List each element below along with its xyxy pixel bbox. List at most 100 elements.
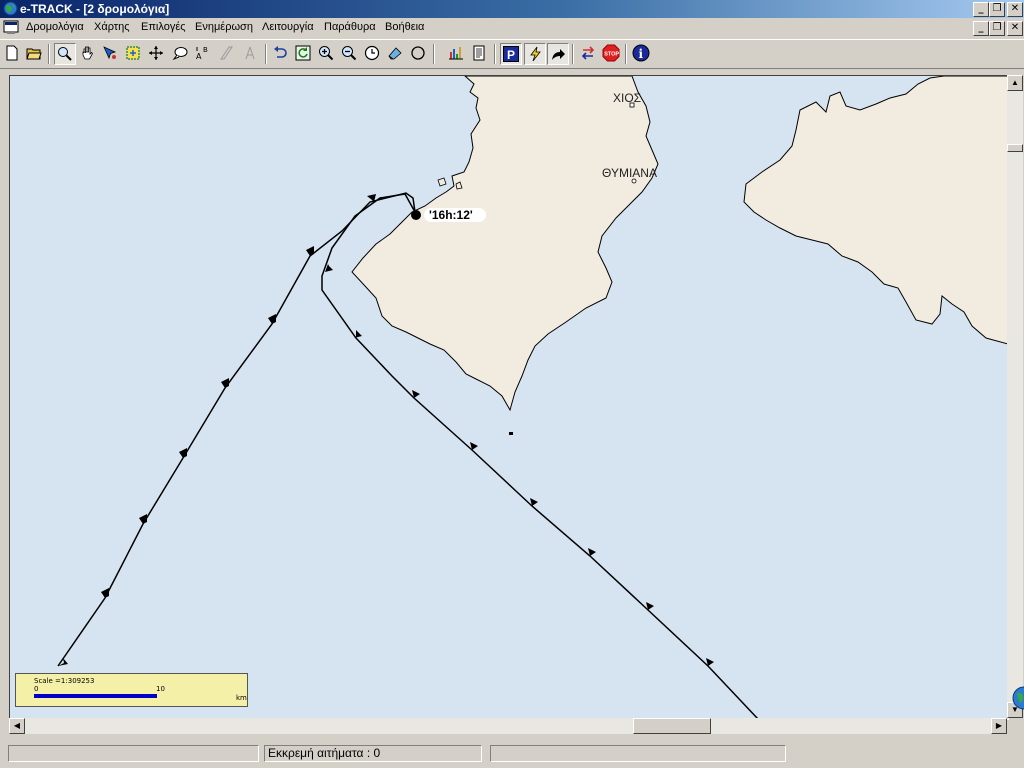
direction-arrow-icon (101, 588, 109, 598)
child-minimize-button[interactable]: _ (973, 21, 989, 36)
svg-text:A: A (196, 52, 202, 61)
open-button[interactable] (24, 43, 44, 63)
circle-button[interactable] (408, 43, 428, 63)
refresh-button[interactable] (293, 43, 313, 63)
status-bar: Εκκρεμή αιτήματα : 0 (0, 742, 1024, 768)
swap-arrows-icon (581, 46, 595, 60)
zoom-in-button[interactable] (316, 43, 336, 63)
vertical-scrollbar[interactable]: ▲ ▼ (1007, 75, 1023, 718)
pending-requests-panel: Εκκρεμή αιτήματα : 0 (264, 745, 482, 762)
report-button[interactable] (469, 43, 489, 63)
lightning-button[interactable] (524, 43, 546, 65)
title-bar: e-TRACK - [2 δρομολόγια] _ ❐ ✕ (0, 0, 1024, 18)
zoom-in-icon (319, 46, 334, 61)
toolbar-separator (625, 44, 627, 64)
crosshair-icon (149, 46, 163, 60)
swap-button[interactable] (578, 43, 598, 63)
close-button[interactable]: ✕ (1007, 2, 1023, 17)
clock-icon (364, 45, 380, 61)
new-button[interactable] (2, 43, 22, 63)
toolbar-separator (572, 44, 574, 64)
forward-arrow-icon (552, 49, 565, 60)
circle-icon (411, 46, 425, 60)
new-icon (6, 45, 18, 61)
label-ab-icon: AB (196, 46, 208, 61)
scroll-left-arrow-icon[interactable]: ◀ (9, 718, 25, 734)
scroll-up-arrow-icon[interactable]: ▲ (1007, 75, 1023, 91)
menu-options[interactable]: Επιλογές (141, 21, 186, 33)
toolbar: AB P STOP i (0, 39, 1024, 69)
minimize-button[interactable]: _ (973, 2, 989, 17)
menu-update[interactable]: Ενημέρωση (195, 21, 253, 33)
measure-icon (245, 46, 255, 60)
parking-icon: P (503, 46, 519, 62)
globe-icon[interactable] (1011, 686, 1024, 710)
refresh-icon (295, 45, 311, 61)
info-button[interactable]: i (631, 43, 651, 63)
window-title: e-TRACK - [2 δρομολόγια] (20, 2, 170, 16)
pan-hand-icon (82, 46, 93, 60)
menu-routes[interactable]: Δρομολόγια (26, 21, 84, 33)
grid-select-button[interactable] (123, 43, 143, 63)
menu-operation[interactable]: Λειτουργία (262, 21, 314, 33)
time-label: '16h:12' (429, 208, 473, 222)
scale-legend: Scale =1:309253 0 10 km (15, 673, 248, 707)
map-view[interactable]: ΧΙΟΣ ΘΥΜΙΑΝΑ '16h:12' Scale =1:309253 0 … (9, 75, 1009, 720)
horizontal-scrollbar[interactable]: ◀ ▶ (9, 718, 1007, 734)
globe-app-icon (3, 1, 18, 16)
scroll-right-arrow-icon[interactable]: ▶ (991, 718, 1007, 734)
pan-button[interactable] (78, 43, 98, 63)
stop-icon: STOP (602, 44, 620, 62)
scale-title: Scale =1:309253 (34, 677, 95, 685)
child-close-button[interactable]: ✕ (1007, 21, 1023, 36)
eraser-button[interactable] (385, 43, 405, 63)
islet (437, 177, 447, 187)
scale-unit: km (236, 694, 247, 702)
lightning-icon (530, 46, 541, 62)
eraser-icon (388, 47, 402, 60)
direction-arrow-icon (306, 246, 314, 256)
grid-select-icon (126, 46, 140, 60)
clock-button[interactable] (362, 43, 382, 63)
zoom-out-button[interactable] (339, 43, 359, 63)
document-window-icon[interactable] (3, 20, 19, 35)
forward-button[interactable] (547, 43, 569, 65)
undo-button[interactable] (270, 43, 290, 63)
chart-icon (449, 47, 463, 60)
status-panel-right (490, 745, 786, 762)
map-canvas[interactable]: ΧΙΟΣ ΘΥΜΙΑΝΑ '16h:12' (10, 76, 1008, 719)
undo-icon (274, 46, 287, 58)
pointer-button[interactable] (100, 43, 120, 63)
crosshair-button[interactable] (146, 43, 166, 63)
pending-requests-text: Εκκρεμή αιτήματα : 0 (268, 746, 381, 760)
stop-button[interactable]: STOP (601, 43, 621, 63)
measure-button[interactable] (240, 43, 260, 63)
direction-arrow-icon (179, 448, 187, 458)
scale-zero: 0 (34, 685, 39, 693)
label-button[interactable]: AB (193, 43, 213, 63)
toolbar-separator (48, 44, 50, 64)
ruler-icon (220, 46, 233, 60)
direction-arrow-icon (221, 378, 229, 388)
restore-button[interactable]: ❐ (989, 2, 1005, 17)
toolbar-separator (433, 44, 435, 64)
child-restore-button[interactable]: ❐ (989, 21, 1005, 36)
toolbar-separator (265, 44, 267, 64)
ruler-button[interactable] (216, 43, 236, 63)
parking-button[interactable]: P (500, 43, 522, 65)
thymiana-label: ΘΥΜΙΑΝΑ (602, 166, 657, 180)
scale-bar (34, 694, 157, 698)
menu-map[interactable]: Χάρτης (94, 21, 130, 33)
chart-button[interactable] (446, 43, 466, 63)
vessel-position-marker[interactable] (411, 210, 421, 220)
horizontal-scroll-thumb[interactable] (633, 718, 711, 734)
callout-button[interactable] (170, 43, 190, 63)
menu-windows[interactable]: Παράθυρα (324, 21, 376, 33)
parking-label: P (507, 48, 515, 62)
menu-help[interactable]: Βοήθεια (385, 21, 424, 33)
vertical-scroll-thumb[interactable] (1007, 144, 1023, 152)
zoom-select-icon (58, 47, 72, 61)
zoom-select-button[interactable] (54, 43, 76, 65)
zoom-out-icon (342, 46, 357, 61)
chios-town-label: ΧΙΟΣ (613, 91, 641, 105)
